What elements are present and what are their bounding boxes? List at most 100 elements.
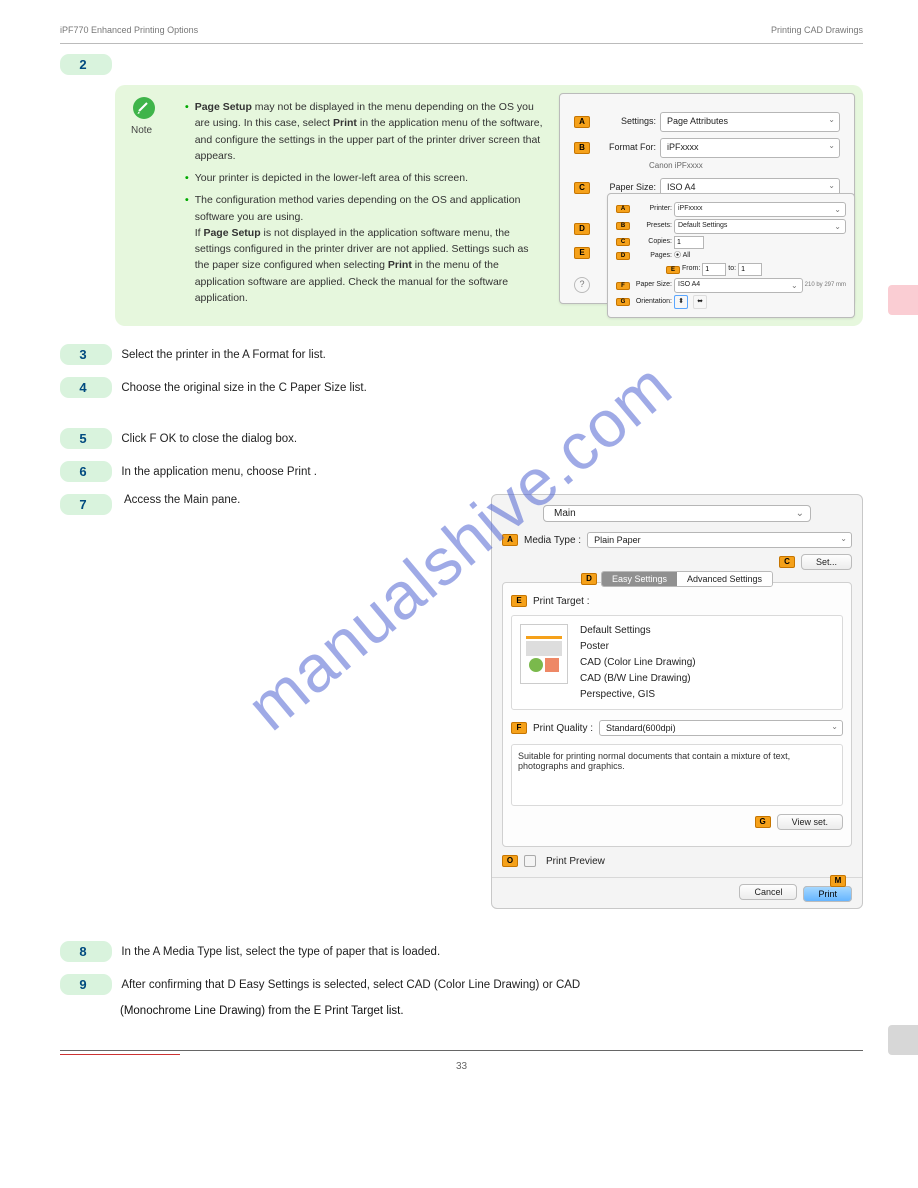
set-button[interactable]: Set... [801, 554, 852, 570]
print-quality-select[interactable]: Standard(600dpi) [599, 720, 843, 736]
step-3-text: Select the printer in the A Format for l… [121, 349, 326, 361]
settings-label: Settings: [594, 115, 656, 129]
media-type-value: Plain Paper [594, 535, 641, 545]
mp-badge-f: F [511, 722, 527, 734]
step-3-row: 3 Select the printer in the A Format for… [60, 344, 863, 369]
print-button[interactable]: Print [803, 886, 852, 902]
page-container: manualshive.com iPF770 Enhanced Printing… [0, 0, 918, 1092]
mini-from-lbl: From: [682, 264, 700, 275]
format-subtext: Canon iPFxxxx [649, 160, 840, 172]
note-bullet-2: • Your printer is depicted in the lower-… [185, 170, 545, 186]
step-2-row: 2 [60, 54, 863, 79]
step-4-badge: 4 [60, 377, 112, 398]
mini-printer-val: iPFxxxx [678, 205, 703, 212]
step-4-row: 4 Choose the original size in the C Pape… [60, 377, 863, 402]
mini-pages-lbl: Pages: [632, 251, 672, 262]
mp-badge-e: E [511, 595, 527, 607]
step-9-text2: (Monochrome Line Drawing) from the E Pri… [120, 1003, 863, 1020]
print-preview-label: Print Preview [546, 856, 605, 867]
step-8-badge: 8 [60, 941, 112, 962]
print-quality-value: Standard(600dpi) [606, 723, 676, 733]
note-icon [133, 97, 155, 119]
mini-presets-val: Default Settings [678, 222, 727, 229]
note-box: Note • Page Setup may not be displayed i… [115, 85, 863, 326]
step-7-text: Access the Main pane. [124, 494, 464, 506]
mini-pages-all: ⦿ All [674, 251, 690, 262]
badge-e: E [574, 247, 590, 259]
mini-orientation-portrait[interactable]: ⬍ [674, 295, 688, 309]
print-preview-checkbox[interactable] [524, 855, 536, 867]
note-bullet-2-text: Your printer is depicted in the lower-le… [195, 170, 468, 186]
mini-copies-lbl: Copies: [632, 237, 672, 248]
note-b3-s1: Page Setup [203, 227, 260, 239]
mini-print-dialog: APrinter: iPFxxxx BPresets: Default Settin… [607, 193, 855, 318]
mini-badge-c: C [616, 238, 630, 246]
note-title: Note [131, 123, 152, 139]
target-item[interactable]: CAD (Color Line Drawing) [578, 656, 834, 669]
mini-from-input[interactable] [702, 263, 726, 276]
mini-to-input[interactable] [738, 263, 762, 276]
mini-copies-input[interactable] [674, 236, 704, 249]
target-item[interactable]: Default Settings [578, 624, 834, 637]
mp-badge-g: G [755, 816, 771, 828]
media-type-select[interactable]: Plain Paper [587, 532, 852, 548]
bullet-icon: • [185, 170, 189, 186]
mini-orient-lbl: Orientation: [632, 297, 672, 308]
main-cancel-button[interactable]: Cancel [739, 884, 797, 900]
mini-presets-select[interactable]: Default Settings [674, 219, 846, 234]
mini-presets-lbl: Presets: [632, 221, 672, 232]
bullet-icon: • [185, 99, 189, 164]
mini-orientation-landscape[interactable]: ⬌ [693, 295, 707, 309]
mini-printer-select[interactable]: iPFxxxx [674, 202, 846, 217]
step-5-text: Click F OK to close the dialog box. [121, 433, 297, 445]
settings-value: Page Attributes [667, 116, 728, 126]
media-type-label: Media Type : [524, 535, 581, 546]
mp-badge-a: A [502, 534, 518, 546]
print-target-label: Print Target : [533, 596, 590, 607]
view-set-button[interactable]: View set. [777, 814, 843, 830]
target-item[interactable]: CAD (B/W Line Drawing) [578, 672, 834, 685]
mp-badge-m: M [830, 875, 846, 887]
print-quality-label: Print Quality : [533, 723, 593, 734]
header-bar: iPF770 Enhanced Printing Options Printin… [60, 25, 863, 35]
papersize-value: ISO A4 [667, 182, 696, 192]
settings-select[interactable]: Page Attributes [660, 112, 840, 132]
header-rule [60, 43, 863, 44]
mini-printer-lbl: Printer: [632, 204, 672, 215]
step-7-badge: 7 [60, 494, 112, 515]
mini-badge-a: A [616, 205, 630, 213]
mp-badge-d: D [581, 573, 597, 585]
step-7-row: 7 Access the Main pane. Main A Media Typ… [60, 494, 863, 909]
tab-advanced-settings[interactable]: Advanced Settings [677, 572, 772, 586]
mini-badge-g: G [616, 298, 630, 306]
mini-badge-f: F [616, 282, 630, 290]
format-select[interactable]: iPFxxxx [660, 138, 840, 158]
mini-badge-b: B [616, 222, 630, 230]
side-tab-grey [888, 1025, 918, 1055]
mini-badge-e: E [666, 266, 680, 274]
side-tab-pink [888, 285, 918, 315]
note-b1-strong2: Print [333, 117, 357, 129]
mini-badge-d: D [616, 252, 630, 260]
mp-badge-c: C [779, 556, 795, 568]
step-6-badge: 6 [60, 461, 112, 482]
badge-c: C [574, 182, 590, 194]
inner-panel: D Easy Settings Advanced Settings E Prin… [502, 582, 852, 847]
main-pane-select-value: Main [554, 508, 576, 519]
note-b3-s2: Print [388, 259, 412, 271]
note-bullet-3-text: The configuration method varies dependin… [195, 192, 545, 306]
step-5-row: 5 Click F OK to close the dialog box. [60, 428, 863, 453]
bullet-icon: • [185, 192, 189, 306]
mini-psize-select[interactable]: ISO A4 [674, 278, 803, 293]
target-item[interactable]: Poster [578, 640, 834, 653]
print-target-list[interactable]: Default Settings Poster CAD (Color Line … [578, 624, 834, 701]
note-bullet-1-text: Page Setup may not be displayed in the m… [195, 99, 545, 164]
main-pane-select[interactable]: Main [543, 505, 811, 522]
tab-easy-settings[interactable]: Easy Settings [602, 572, 677, 586]
page-number: 33 [60, 1061, 863, 1072]
preview-thumbnail [520, 624, 568, 684]
step-8-text: In the A Media Type list, select the typ… [121, 946, 440, 958]
target-item[interactable]: Perspective, GIS [578, 688, 834, 701]
help-icon[interactable]: ? [574, 277, 590, 293]
description-box: Suitable for printing normal documents t… [511, 744, 843, 806]
